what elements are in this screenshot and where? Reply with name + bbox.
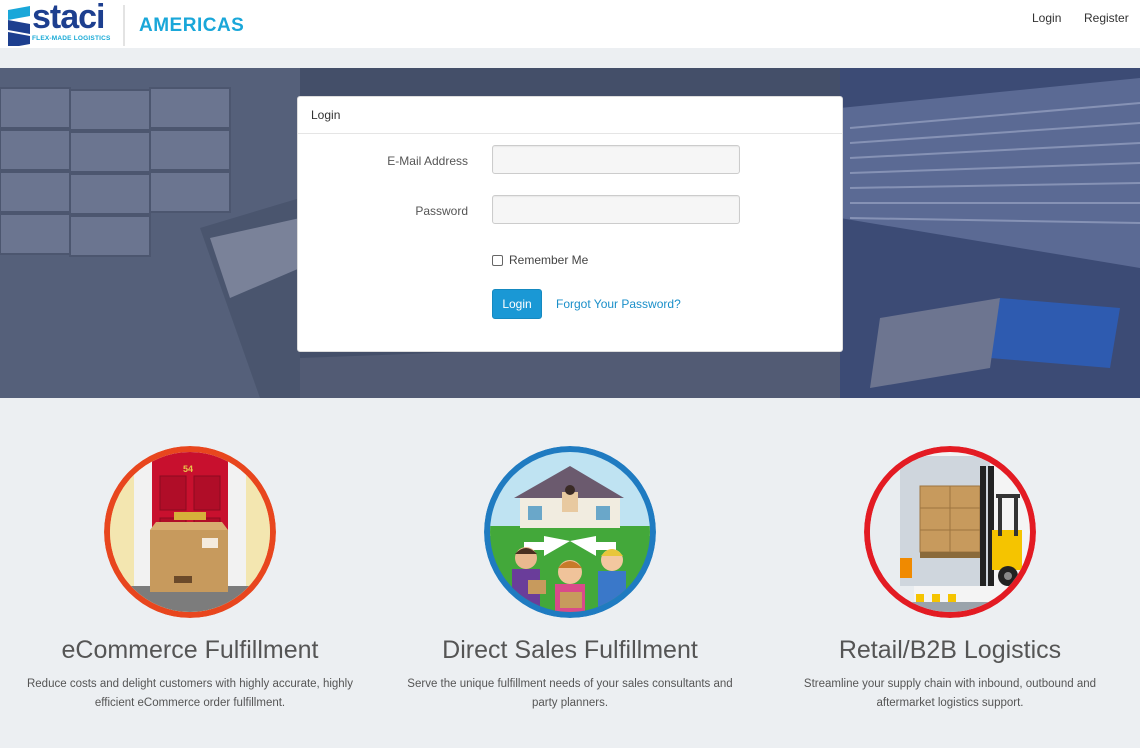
service-description: Reduce costs and delight customers with … [26, 678, 353, 709]
logo-wordmark: staci [32, 0, 105, 36]
password-label: Password [415, 204, 468, 218]
login-button[interactable]: Login [492, 289, 542, 319]
service-description: Serve the unique fulfillment needs of yo… [407, 678, 733, 709]
remember-me-label[interactable]: Remember Me [509, 253, 588, 267]
login-panel: Login E-Mail Address Password Remember M… [297, 96, 843, 352]
nav-register-link[interactable]: Register [1084, 11, 1129, 25]
nav-login-link[interactable]: Login [1032, 11, 1061, 25]
staci-logo[interactable]: staci FLEX-MADE LOGISTICS [8, 0, 111, 48]
service-title: eCommerce Fulfillment [61, 636, 319, 664]
service-direct-sales: Direct Sales Fulfillment Serve the uniqu… [380, 446, 760, 713]
logo-divider [123, 5, 125, 46]
email-label: E-Mail Address [387, 154, 468, 168]
password-field[interactable] [492, 195, 740, 224]
logo-mark-icon [8, 6, 30, 46]
service-title: Retail/B2B Logistics [838, 636, 1062, 664]
region-label: AMERICAS [139, 15, 245, 36]
top-navbar: staci FLEX-MADE LOGISTICS AMERICAS Login… [0, 0, 1140, 48]
remember-me-row: Remember Me [492, 253, 588, 267]
retail-forklift-truck-image [864, 446, 1036, 618]
service-title: Direct Sales Fulfillment [442, 636, 698, 664]
logo-tagline: FLEX-MADE LOGISTICS [32, 35, 111, 42]
remember-me-checkbox[interactable] [492, 254, 503, 266]
direct-sales-house-people-image [484, 446, 656, 618]
service-ecommerce: 54 eCommerce Fulfillment Reduce costs an… [0, 446, 380, 713]
service-retail-b2b: Retail/B2B Logistics Streamline your sup… [760, 446, 1140, 713]
forgot-password-link[interactable]: Forgot Your Password? [556, 297, 681, 311]
door-number: 54 [183, 464, 193, 474]
ecommerce-door-package-image: 54 [104, 446, 276, 618]
login-panel-heading: Login [298, 97, 842, 134]
email-field[interactable] [492, 145, 740, 174]
service-description: Streamline your supply chain with inboun… [803, 678, 1097, 709]
